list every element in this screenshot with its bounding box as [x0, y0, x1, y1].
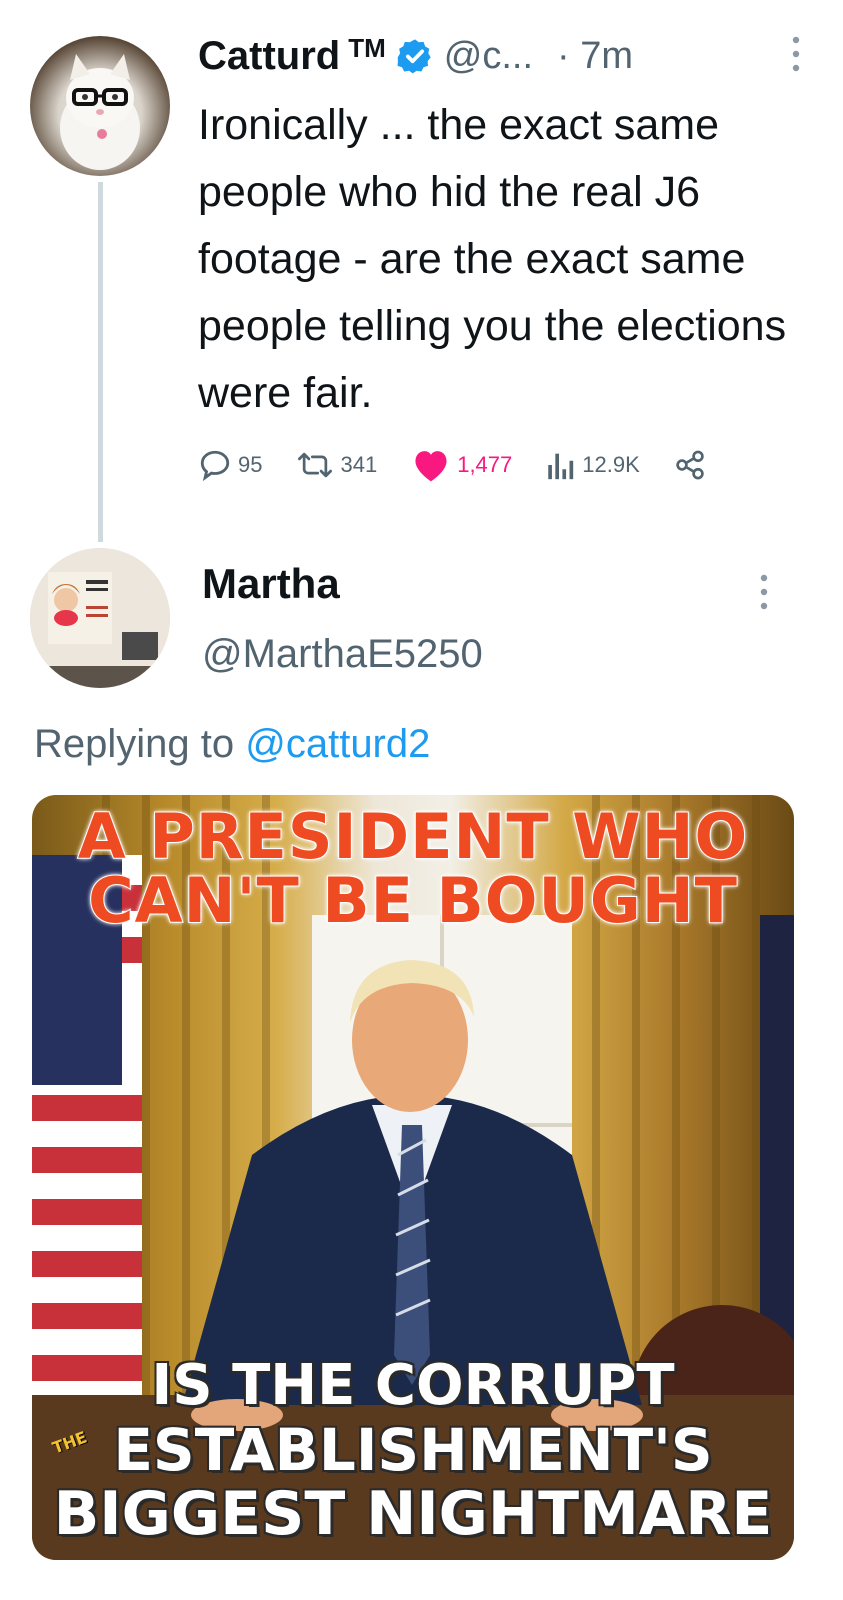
tweet-timestamp[interactable]: · 7m — [557, 35, 633, 78]
author-handle-martha[interactable]: @MarthaE5250 — [202, 632, 483, 677]
meme-headline-line1: A PRESIDENT WHO — [77, 800, 749, 873]
tweet-header: Catturd TM @c... · 7m — [198, 26, 798, 86]
avatar-martha[interactable] — [30, 548, 170, 688]
replying-to-line: Replying to @catturd2 — [34, 722, 430, 767]
replying-mention-link[interactable]: @catturd2 — [245, 722, 430, 766]
views-count: 12.9K — [582, 452, 640, 477]
retweet-icon — [298, 452, 333, 478]
like-count: 1,477 — [457, 452, 513, 477]
retweet-count: 341 — [340, 452, 378, 477]
share-icon — [676, 450, 704, 480]
author-name[interactable]: Catturd — [198, 34, 340, 79]
reply-button[interactable]: 95 — [198, 448, 262, 482]
trademark-label: TM — [348, 32, 386, 63]
thread-line — [98, 182, 103, 542]
views-button[interactable]: 12.9K — [546, 448, 640, 482]
reply-bubble-icon — [200, 450, 230, 482]
meme-caption-line3: BIGGEST NIGHTMARE — [53, 1479, 773, 1549]
heart-icon — [415, 451, 447, 482]
views-bars-icon — [548, 453, 574, 480]
meme-caption-line1: IS THE CORRUPT — [151, 1353, 675, 1418]
meme-caption-line2: ESTABLISHMENT'S — [113, 1416, 713, 1484]
more-vertical-icon[interactable] — [791, 34, 801, 74]
avatar-catturd[interactable] — [30, 36, 170, 176]
retweet-button[interactable]: 341 — [296, 448, 377, 482]
like-button[interactable]: 1,477 — [411, 447, 512, 483]
meme-headline-line2: CAN'T BE BOUGHT — [87, 864, 738, 937]
replying-prefix: Replying to — [34, 722, 246, 766]
reply-count: 95 — [238, 452, 263, 477]
author-handle[interactable]: @c... — [444, 35, 533, 78]
cat-avatar-image — [60, 54, 140, 170]
tweet-catturd[interactable]: Catturd TM @c... · 7m Ironically ... the… — [0, 0, 843, 545]
martha-avatar-image — [30, 548, 170, 688]
verified-badge-icon — [397, 39, 431, 74]
share-button[interactable] — [674, 449, 706, 481]
tweet-actions: 95 341 1,477 12.9K — [198, 440, 798, 490]
tweet-media-image[interactable]: A PRESIDENT WHO CAN'T BE BOUGHT THE IS T… — [32, 795, 794, 1560]
tweet-text: Ironically ... the exact same people who… — [198, 101, 787, 417]
more-vertical-icon[interactable] — [759, 572, 769, 612]
author-name-martha[interactable]: Martha — [202, 560, 340, 608]
